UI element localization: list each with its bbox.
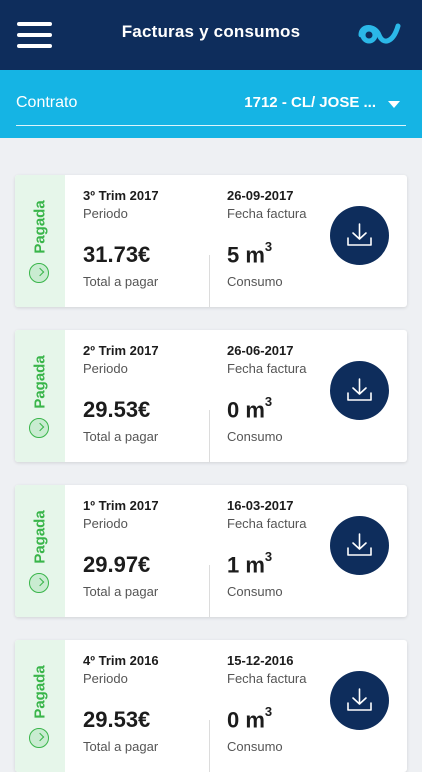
period-label: Periodo bbox=[83, 516, 128, 531]
date-label: Fecha factura bbox=[227, 361, 307, 376]
status-label: Pagada bbox=[31, 665, 49, 719]
invoice-amount: 31.73€ bbox=[83, 242, 151, 267]
amount-label: Total a pagar bbox=[83, 584, 159, 599]
chevron-down-icon bbox=[388, 101, 400, 108]
status-label: Pagada bbox=[31, 200, 49, 254]
contract-label: Contrato bbox=[16, 94, 78, 111]
invoice-card: Pagada 1º Trim 2017 Periodo 29.97€ Total… bbox=[15, 485, 407, 617]
amount-label: Total a pagar bbox=[83, 274, 159, 289]
download-button[interactable] bbox=[330, 206, 389, 265]
invoice-amount: 29.97€ bbox=[83, 552, 151, 577]
date-label: Fecha factura bbox=[227, 671, 307, 686]
consumption-label: Consumo bbox=[227, 584, 283, 599]
divider bbox=[209, 720, 210, 772]
invoice-date: 26-06-2017 bbox=[227, 343, 294, 358]
divider bbox=[209, 565, 210, 617]
contract-value: 1712 - CL/ JOSE ... bbox=[244, 94, 376, 111]
invoice-date: 26-09-2017 bbox=[227, 188, 294, 203]
brand-logo-icon bbox=[358, 23, 401, 44]
status-strip: Pagada bbox=[15, 640, 65, 772]
status-label: Pagada bbox=[31, 510, 49, 564]
date-label: Fecha factura bbox=[227, 206, 307, 221]
contract-underline bbox=[16, 125, 406, 126]
invoice-amount: 29.53€ bbox=[83, 707, 151, 732]
check-circle-icon bbox=[29, 263, 49, 283]
check-circle-icon bbox=[29, 728, 49, 748]
invoice-card: Pagada 4º Trim 2016 Periodo 29.53€ Total… bbox=[15, 640, 407, 772]
consumption-value: 5 m3 bbox=[227, 239, 273, 268]
status-strip: Pagada bbox=[15, 175, 65, 307]
download-button[interactable] bbox=[330, 671, 389, 730]
amount-label: Total a pagar bbox=[83, 739, 159, 754]
download-button[interactable] bbox=[330, 516, 389, 575]
invoice-card: Pagada 2º Trim 2017 Periodo 29.53€ Total… bbox=[15, 330, 407, 462]
status-label: Pagada bbox=[31, 355, 49, 409]
divider bbox=[209, 410, 210, 462]
consumption-label: Consumo bbox=[227, 274, 283, 289]
invoice-period: 2º Trim 2017 bbox=[83, 343, 159, 358]
period-label: Periodo bbox=[83, 206, 128, 221]
download-icon bbox=[347, 533, 372, 556]
invoice-card: Pagada 3º Trim 2017 Periodo 31.73€ Total… bbox=[15, 175, 407, 307]
consumption-value: 0 m3 bbox=[227, 394, 273, 423]
period-label: Periodo bbox=[83, 671, 128, 686]
period-label: Periodo bbox=[83, 361, 128, 376]
consumption-value: 0 m3 bbox=[227, 704, 273, 733]
invoice-period: 3º Trim 2017 bbox=[83, 188, 159, 203]
contract-dropdown[interactable]: 1712 - CL/ JOSE ... bbox=[180, 90, 406, 120]
divider bbox=[209, 255, 210, 307]
consumption-value: 1 m3 bbox=[227, 549, 273, 578]
invoice-amount: 29.53€ bbox=[83, 397, 151, 422]
consumption-label: Consumo bbox=[227, 739, 283, 754]
consumption-label: Consumo bbox=[227, 429, 283, 444]
invoice-date: 15-12-2016 bbox=[227, 653, 294, 668]
download-button[interactable] bbox=[330, 361, 389, 420]
download-icon bbox=[347, 688, 372, 711]
date-label: Fecha factura bbox=[227, 516, 307, 531]
status-strip: Pagada bbox=[15, 485, 65, 617]
status-strip: Pagada bbox=[15, 330, 65, 462]
download-icon bbox=[347, 223, 372, 246]
top-app-bar: Facturas y consumos bbox=[0, 0, 422, 70]
download-icon bbox=[347, 378, 372, 401]
contract-bar: Contrato 1712 - CL/ JOSE ... bbox=[0, 70, 422, 138]
invoice-period: 1º Trim 2017 bbox=[83, 498, 159, 513]
check-circle-icon bbox=[29, 573, 49, 593]
invoice-period: 4º Trim 2016 bbox=[83, 653, 159, 668]
check-circle-icon bbox=[29, 418, 49, 438]
amount-label: Total a pagar bbox=[83, 429, 159, 444]
invoice-date: 16-03-2017 bbox=[227, 498, 294, 513]
